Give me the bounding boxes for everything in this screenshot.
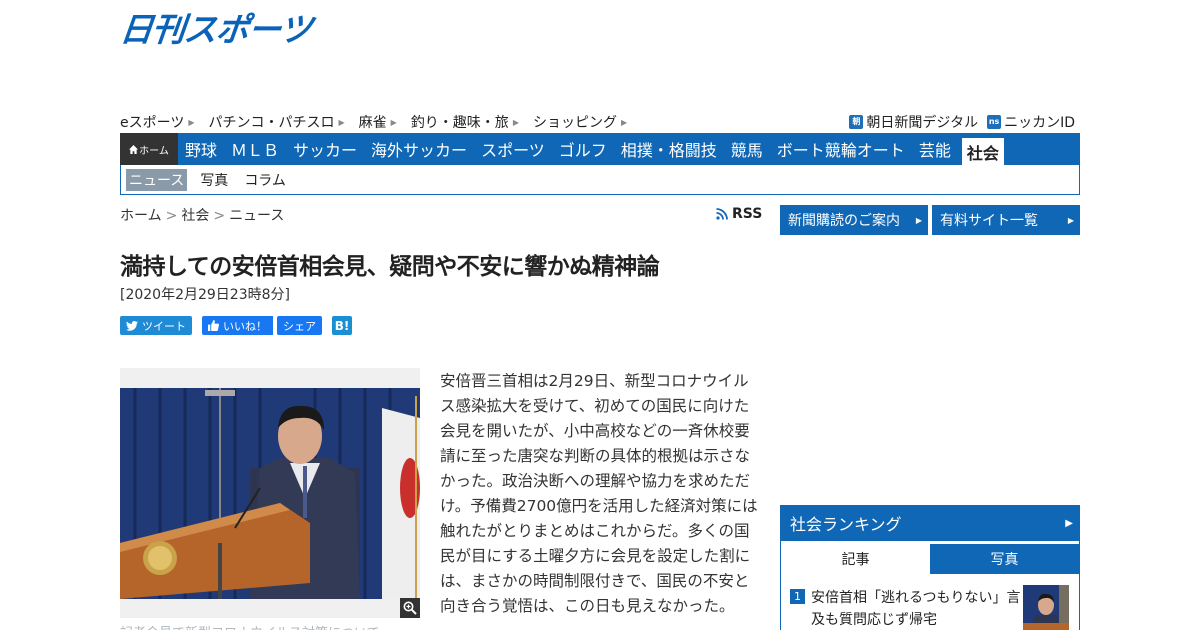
rss-link[interactable]: RSS [716, 206, 762, 222]
arrow-icon: ▶ [512, 117, 519, 127]
arrow-icon: ▶ [188, 117, 195, 127]
nav-golf[interactable]: ゴルフ [552, 133, 614, 165]
arrow-icon: ▶ [390, 117, 397, 127]
ranking-header[interactable]: 社会ランキング ▶ [780, 505, 1080, 541]
external-links: 朝朝日新聞デジタル ns ニッカンID [840, 113, 1075, 131]
rank-title: 安倍首相「逃れるつもりない」言及も質問応じず帰宅 [811, 590, 1021, 628]
sub-nav: ニュース 写真 コラム [120, 165, 1080, 195]
breadcrumb-home[interactable]: ホーム [120, 208, 162, 224]
article-photo[interactable] [120, 368, 420, 618]
breadcrumb-section[interactable]: 社会 [181, 208, 209, 224]
breadcrumb: ホーム > 社会 > ニュース [120, 205, 284, 225]
arrow-right-icon: ▶ [1065, 517, 1073, 529]
magnifier-plus-icon [403, 601, 417, 615]
logo-text: 日刊スポーツ [118, 10, 314, 49]
like-button[interactable]: いいね！ [202, 316, 273, 335]
asahi-digital-link[interactable]: 朝朝日新聞デジタル [849, 113, 978, 131]
breadcrumb-current: ニュース [229, 208, 285, 224]
thumbs-up-icon [208, 320, 219, 331]
asahi-icon: 朝 [849, 115, 864, 129]
share-buttons: ツイート いいね！ シェア B! [120, 316, 362, 335]
tweet-button[interactable]: ツイート [120, 316, 192, 335]
nav-sumo-fighting[interactable]: 相撲・格闘技 [614, 133, 724, 165]
sublink-mahjong[interactable]: 麻雀 ▶ [359, 113, 397, 131]
nav-sports[interactable]: スポーツ [474, 133, 552, 165]
breadcrumb-sep: > [165, 208, 178, 224]
photo-caption: 記者会見で新型コロナウイルス対策について [120, 622, 420, 630]
subscribe-button[interactable]: 新聞購読のご案内 ▶ [780, 205, 928, 235]
twitter-icon [126, 320, 138, 331]
fb-share-button[interactable]: シェア [277, 316, 322, 335]
zoom-button[interactable] [400, 598, 420, 618]
nav-soccer[interactable]: サッカー [286, 133, 364, 165]
sublink-shopping[interactable]: ショッピング ▶ [533, 113, 627, 131]
nav-baseball[interactable]: 野球 [178, 133, 224, 165]
press-conference-photo [120, 368, 420, 618]
nav-mlb[interactable]: ＭＬＢ [224, 133, 286, 165]
home-icon [129, 144, 139, 154]
arrow-icon: ▶ [620, 117, 628, 127]
sublink-fishing[interactable]: 釣り・趣味・旅 ▶ [411, 113, 519, 131]
ranking-thumbnail[interactable] [1023, 585, 1069, 630]
nav-society[interactable]: 社会 [961, 138, 1004, 165]
nav-home[interactable]: ホーム [120, 133, 178, 165]
nav-keiba[interactable]: 競馬 [724, 133, 770, 165]
subnav-column[interactable]: コラム [241, 169, 289, 191]
nav-entertainment[interactable]: 芸能 [912, 133, 958, 165]
main-nav: ホーム 野球 ＭＬＢ サッカー 海外サッカー スポーツ ゴルフ 相撲・格闘技 競… [120, 133, 1080, 165]
sublink-esports[interactable]: eスポーツ ▶ [120, 113, 195, 131]
ranking-box: 記事 写真 1 安倍首相「逃れるつもりない」言及も質問応じず帰宅 [780, 541, 1080, 630]
nikkan-id-icon: ns [987, 115, 1002, 129]
arrow-right-icon: ▶ [915, 215, 922, 225]
article-date: [2020年2月29日23時8分] [120, 287, 290, 303]
rss-icon [716, 208, 728, 220]
hatena-bookmark-button[interactable]: B! [332, 316, 352, 335]
ranking-tabs: 記事 写真 [781, 544, 1079, 574]
arrow-right-icon: ▶ [1067, 215, 1074, 225]
tab-articles[interactable]: 記事 [781, 544, 930, 574]
article-body: 安倍晋三首相は2月29日、新型コロナウイルス感染拡大を受けて、初めての国民に向け… [440, 372, 758, 615]
nav-boat-keirin-auto[interactable]: ボート競輪オート [770, 133, 912, 165]
subnav-news[interactable]: ニュース [126, 168, 188, 191]
sub-links: eスポーツ ▶ パチンコ・パチスロ ▶ 麻雀 ▶ 釣り・趣味・旅 ▶ ショッピング ▶ [120, 113, 641, 131]
paid-sites-button[interactable]: 有料サイト一覧 ▶ [932, 205, 1080, 235]
nikkan-id-link[interactable]: ns ニッカンID [987, 113, 1075, 131]
arrow-icon: ▶ [338, 117, 345, 127]
site-logo[interactable]: 日刊スポーツ [118, 10, 320, 49]
breadcrumb-sep: > [213, 208, 226, 224]
article-headline: 満持しての安倍首相会見、疑問や不安に響かぬ精神論 [120, 254, 660, 280]
sublink-pachinko[interactable]: パチンコ・パチスロ ▶ [209, 113, 345, 131]
tab-photos[interactable]: 写真 [930, 544, 1079, 574]
nav-world-soccer[interactable]: 海外サッカー [364, 133, 474, 165]
rank-number: 1 [790, 589, 805, 604]
subnav-photos[interactable]: 写真 [197, 169, 231, 191]
